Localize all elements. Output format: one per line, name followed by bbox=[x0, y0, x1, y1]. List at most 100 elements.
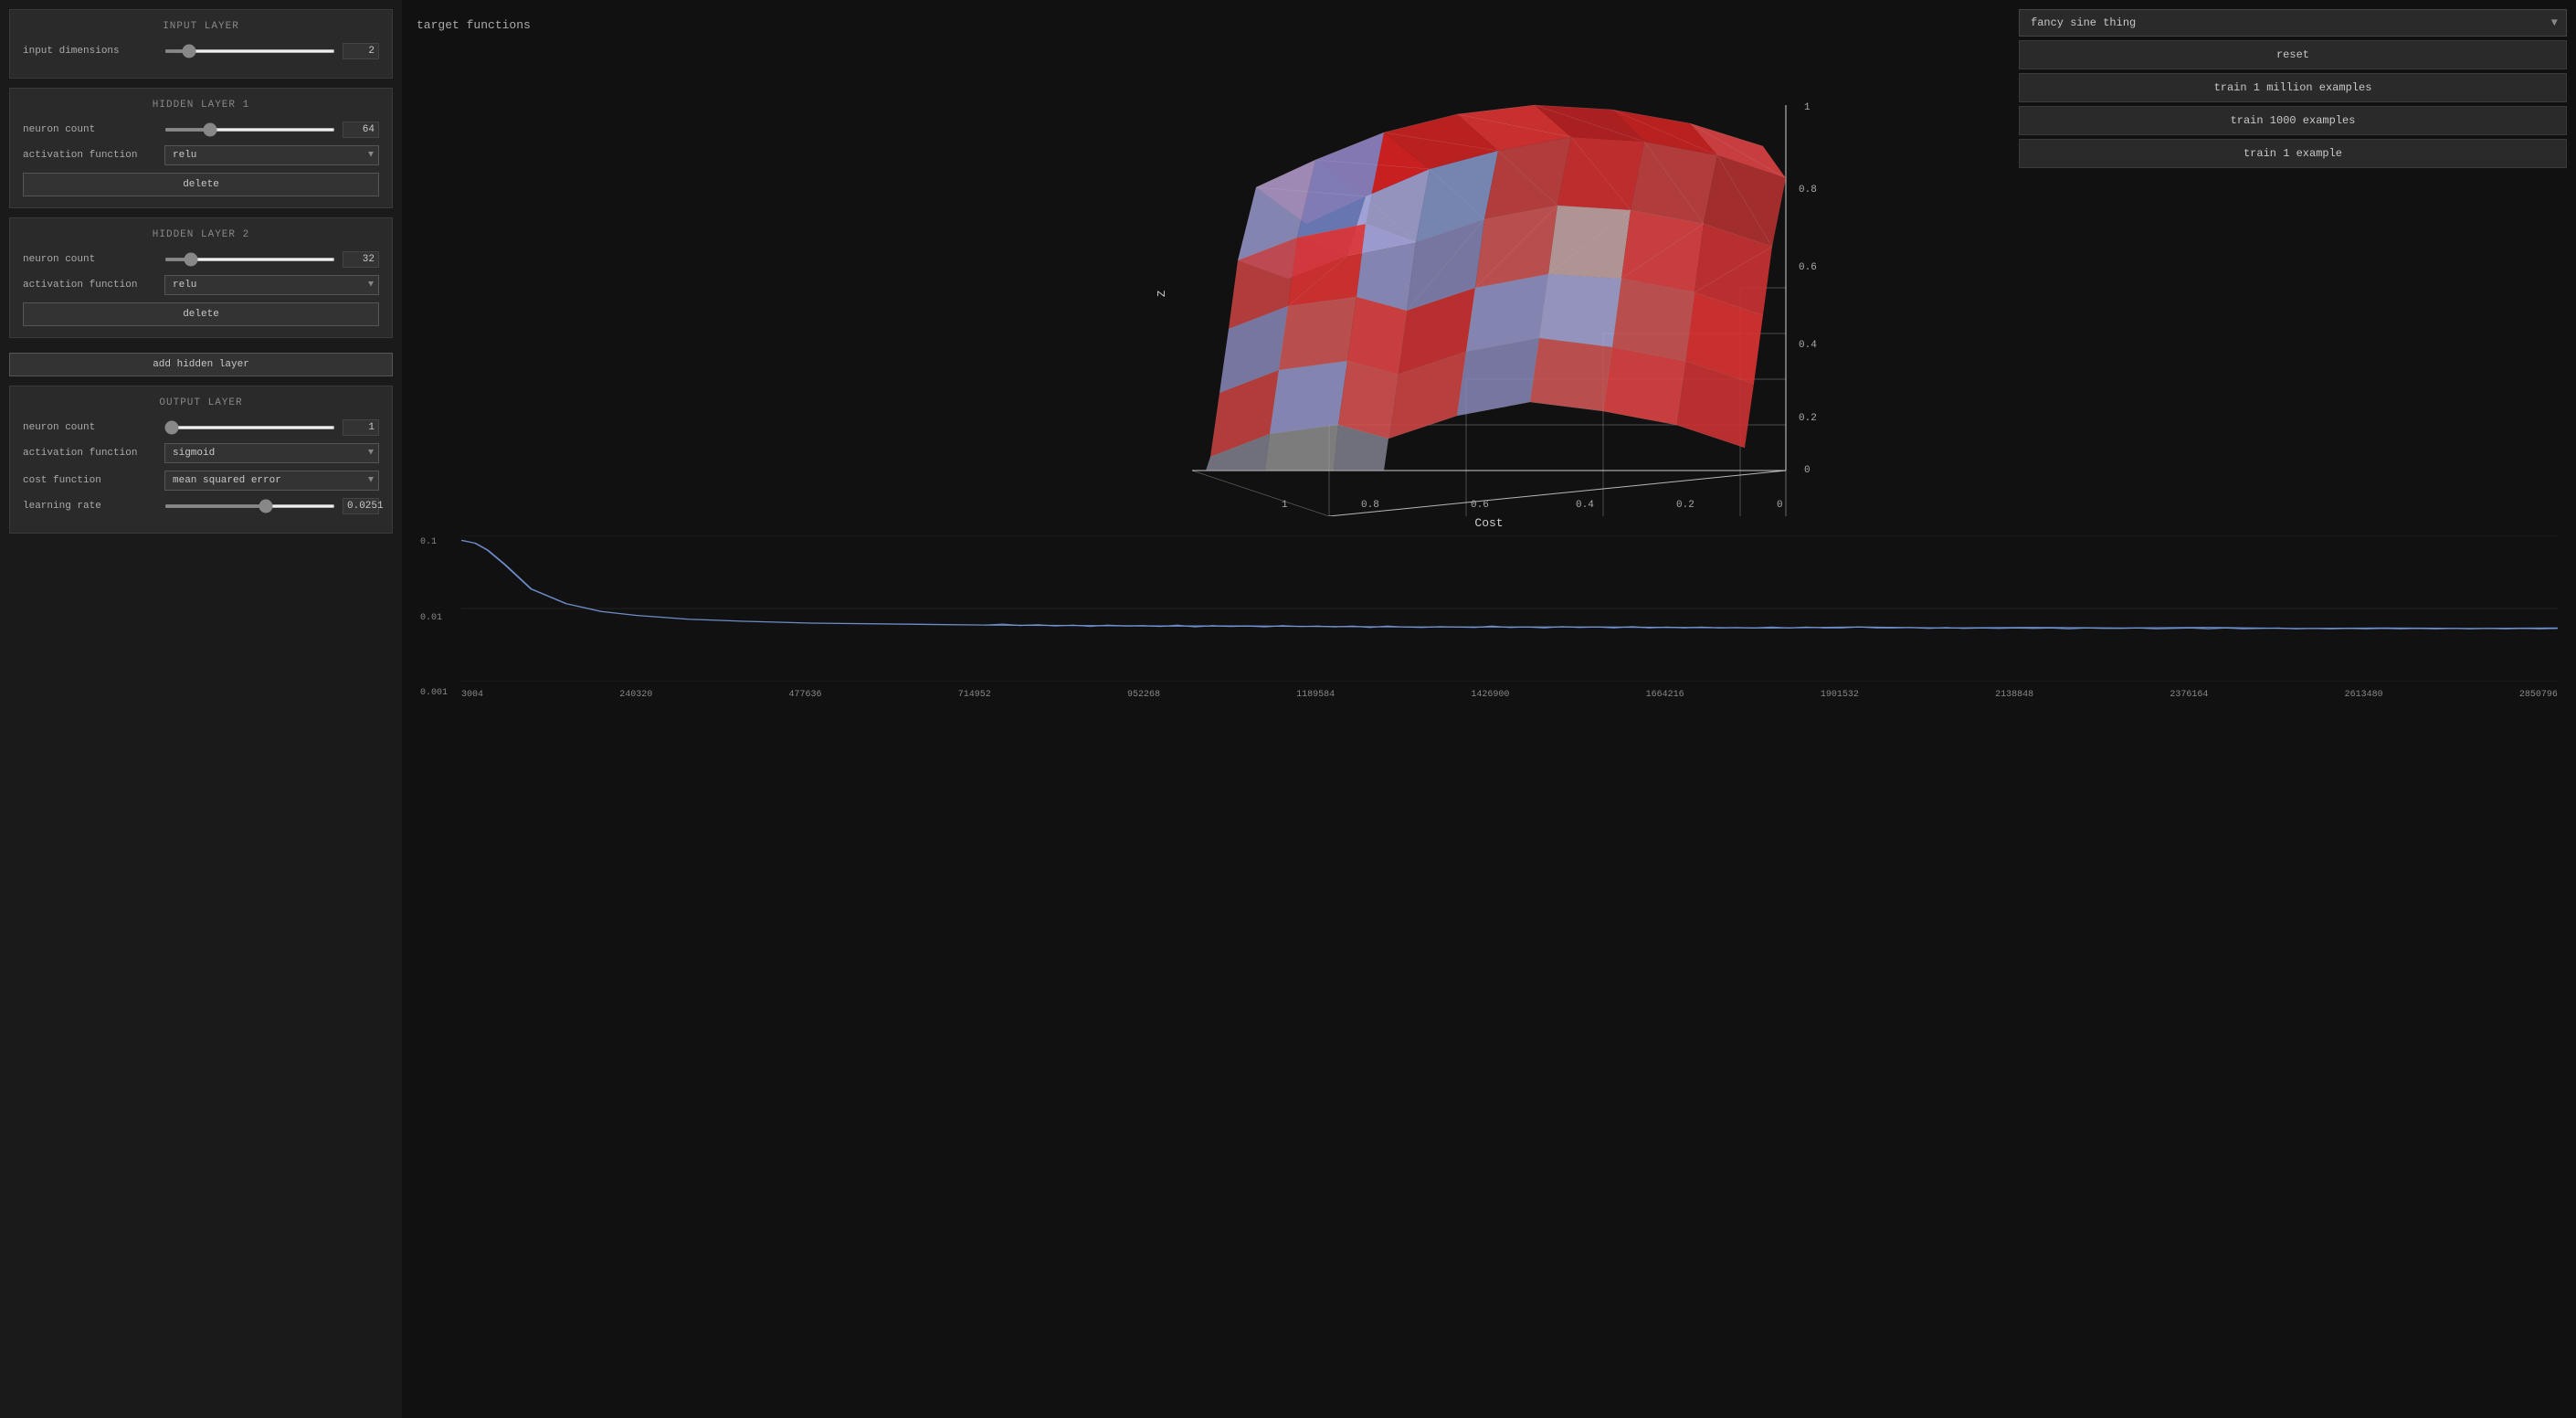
output-lr-row: learning rate 0.0251 bbox=[23, 498, 379, 514]
hidden-layer-1-section: HIDDEN LAYER 1 neuron count 64 activatio… bbox=[9, 88, 393, 208]
cost-chart-area: Cost 0.1 0.01 0.001 bbox=[402, 516, 2576, 717]
input-dimensions-label: input dimensions bbox=[23, 46, 164, 57]
x-label-11: 2613480 bbox=[2345, 690, 2383, 700]
output-cost-row: cost function mean squared error cross e… bbox=[23, 471, 379, 491]
3d-surface-chart: Z X 1 0.8 0.6 0.4 0.2 0 1 0.8 0.6 0.4 0.… bbox=[1146, 78, 1832, 516]
x-label-5: 1189584 bbox=[1296, 690, 1335, 700]
y-axis-label: Z bbox=[1156, 291, 1168, 297]
input-layer-title: INPUT LAYER bbox=[23, 21, 379, 32]
train-1-button[interactable]: train 1 example bbox=[2019, 139, 2567, 168]
input-layer-section: INPUT LAYER input dimensions 2 bbox=[9, 9, 393, 79]
x-label-2: 477636 bbox=[788, 690, 821, 700]
svg-text:0: 0 bbox=[1804, 465, 1811, 476]
hidden1-activation-label: activation function bbox=[23, 150, 164, 161]
cost-line-chart bbox=[461, 535, 2558, 682]
output-layer-section: OUTPUT LAYER neuron count 1 activation f… bbox=[9, 386, 393, 534]
left-panel: INPUT LAYER input dimensions 2 HIDDEN LA… bbox=[0, 0, 402, 1418]
x-label-12: 2850796 bbox=[2519, 690, 2558, 700]
y-label-mid: 0.01 bbox=[420, 613, 457, 623]
hidden1-neuron-value: 64 bbox=[343, 122, 379, 138]
y-label-bot: 0.001 bbox=[420, 688, 457, 698]
hidden1-delete-button[interactable]: delete bbox=[23, 173, 379, 196]
hidden2-neuron-value: 32 bbox=[343, 251, 379, 268]
target-functions-label: target functions bbox=[417, 13, 531, 32]
cost-chart-title: Cost bbox=[420, 516, 2558, 530]
output-activation-row: activation function relu sigmoid tanh li… bbox=[23, 443, 379, 463]
output-lr-slider[interactable] bbox=[164, 504, 335, 508]
output-lr-value: 0.0251 bbox=[343, 498, 379, 514]
hidden1-activation-row: activation function relu sigmoid tanh li… bbox=[23, 145, 379, 165]
visualization-area: Z X 1 0.8 0.6 0.4 0.2 0 1 0.8 0.6 0.4 0.… bbox=[402, 32, 2576, 1418]
svg-text:0.8: 0.8 bbox=[1361, 500, 1379, 511]
x-label-8: 1901532 bbox=[1821, 690, 1859, 700]
train-1000-button[interactable]: train 1000 examples bbox=[2019, 106, 2567, 135]
output-neuron-row: neuron count 1 bbox=[23, 419, 379, 436]
chart-svg-container bbox=[461, 535, 2558, 682]
x-label-7: 1664216 bbox=[1646, 690, 1684, 700]
svg-text:0: 0 bbox=[1777, 500, 1783, 511]
reset-button[interactable]: reset bbox=[2019, 40, 2567, 69]
target-function-dropdown-container: fancy sine thing checkerboard circle xor… bbox=[2019, 9, 2567, 37]
hidden2-neuron-row: neuron count 32 bbox=[23, 251, 379, 268]
output-activation-label: activation function bbox=[23, 448, 164, 459]
hidden1-neuron-slider-container: 64 bbox=[164, 122, 379, 138]
x-label-1: 240320 bbox=[619, 690, 652, 700]
hidden2-delete-button[interactable]: delete bbox=[23, 302, 379, 326]
hidden2-activation-row: activation function relu sigmoid tanh li… bbox=[23, 275, 379, 295]
x-label-6: 1426900 bbox=[1471, 690, 1509, 700]
output-lr-label: learning rate bbox=[23, 501, 164, 512]
output-lr-slider-container: 0.0251 bbox=[164, 498, 379, 514]
svg-text:0.4: 0.4 bbox=[1799, 340, 1817, 351]
svg-text:0.2: 0.2 bbox=[1676, 500, 1694, 511]
output-neuron-value: 1 bbox=[343, 419, 379, 436]
input-dimensions-slider-container: 2 bbox=[164, 43, 379, 59]
right-panel: target functions fancy sine thing checke… bbox=[402, 0, 2576, 1418]
output-neuron-slider[interactable] bbox=[164, 426, 335, 429]
output-activation-select-container: relu sigmoid tanh linear ▼ bbox=[164, 443, 379, 463]
hidden2-activation-label: activation function bbox=[23, 280, 164, 291]
svg-text:1: 1 bbox=[1282, 500, 1288, 511]
output-cost-label: cost function bbox=[23, 475, 164, 486]
hidden1-neuron-label: neuron count bbox=[23, 124, 164, 135]
output-cost-select-container: mean squared error cross entropy ▼ bbox=[164, 471, 379, 491]
cost-chart-wrapper: 0.1 0.01 0.001 bbox=[420, 535, 2558, 700]
output-neuron-slider-container: 1 bbox=[164, 419, 379, 436]
svg-text:0.6: 0.6 bbox=[1471, 500, 1489, 511]
hidden1-neuron-slider[interactable] bbox=[164, 128, 335, 132]
output-neuron-label: neuron count bbox=[23, 422, 164, 433]
svg-text:0.2: 0.2 bbox=[1799, 413, 1817, 424]
svg-text:1: 1 bbox=[1804, 102, 1811, 113]
x-label-10: 2376164 bbox=[2170, 690, 2208, 700]
hidden2-activation-select[interactable]: relu sigmoid tanh linear bbox=[164, 275, 379, 295]
input-dimensions-value: 2 bbox=[343, 43, 379, 59]
x-label-0: 3004 bbox=[461, 690, 483, 700]
hidden1-activation-select[interactable]: relu sigmoid tanh linear bbox=[164, 145, 379, 165]
3d-visualization: Z X 1 0.8 0.6 0.4 0.2 0 1 0.8 0.6 0.4 0.… bbox=[1146, 78, 1832, 516]
target-function-select[interactable]: fancy sine thing checkerboard circle xor bbox=[2019, 9, 2567, 37]
output-activation-select[interactable]: relu sigmoid tanh linear bbox=[164, 443, 379, 463]
input-dimensions-slider[interactable] bbox=[164, 49, 335, 53]
right-controls: fancy sine thing checkerboard circle xor… bbox=[2019, 9, 2567, 168]
svg-text:0.6: 0.6 bbox=[1799, 262, 1817, 273]
hidden2-neuron-slider[interactable] bbox=[164, 258, 335, 261]
hidden-layer-1-title: HIDDEN LAYER 1 bbox=[23, 100, 379, 111]
hidden2-activation-select-container: relu sigmoid tanh linear ▼ bbox=[164, 275, 379, 295]
y-label-top: 0.1 bbox=[420, 537, 457, 547]
svg-text:0.8: 0.8 bbox=[1799, 185, 1817, 196]
x-label-4: 952268 bbox=[1127, 690, 1160, 700]
input-dimensions-row: input dimensions 2 bbox=[23, 43, 379, 59]
hidden-layer-2-section: HIDDEN LAYER 2 neuron count 32 activatio… bbox=[9, 217, 393, 338]
output-cost-select[interactable]: mean squared error cross entropy bbox=[164, 471, 379, 491]
train-million-button[interactable]: train 1 million examples bbox=[2019, 73, 2567, 102]
hidden1-activation-select-container: relu sigmoid tanh linear ▼ bbox=[164, 145, 379, 165]
svg-text:0.4: 0.4 bbox=[1576, 500, 1594, 511]
x-label-3: 714952 bbox=[958, 690, 991, 700]
hidden-layer-2-title: HIDDEN LAYER 2 bbox=[23, 229, 379, 240]
hidden2-neuron-slider-container: 32 bbox=[164, 251, 379, 268]
hidden1-neuron-row: neuron count 64 bbox=[23, 122, 379, 138]
hidden2-neuron-label: neuron count bbox=[23, 254, 164, 265]
output-layer-title: OUTPUT LAYER bbox=[23, 397, 379, 408]
x-label-9: 2138848 bbox=[1995, 690, 2033, 700]
y-axis-labels: 0.1 0.01 0.001 bbox=[420, 535, 457, 700]
add-hidden-layer-button[interactable]: add hidden layer bbox=[9, 353, 393, 376]
